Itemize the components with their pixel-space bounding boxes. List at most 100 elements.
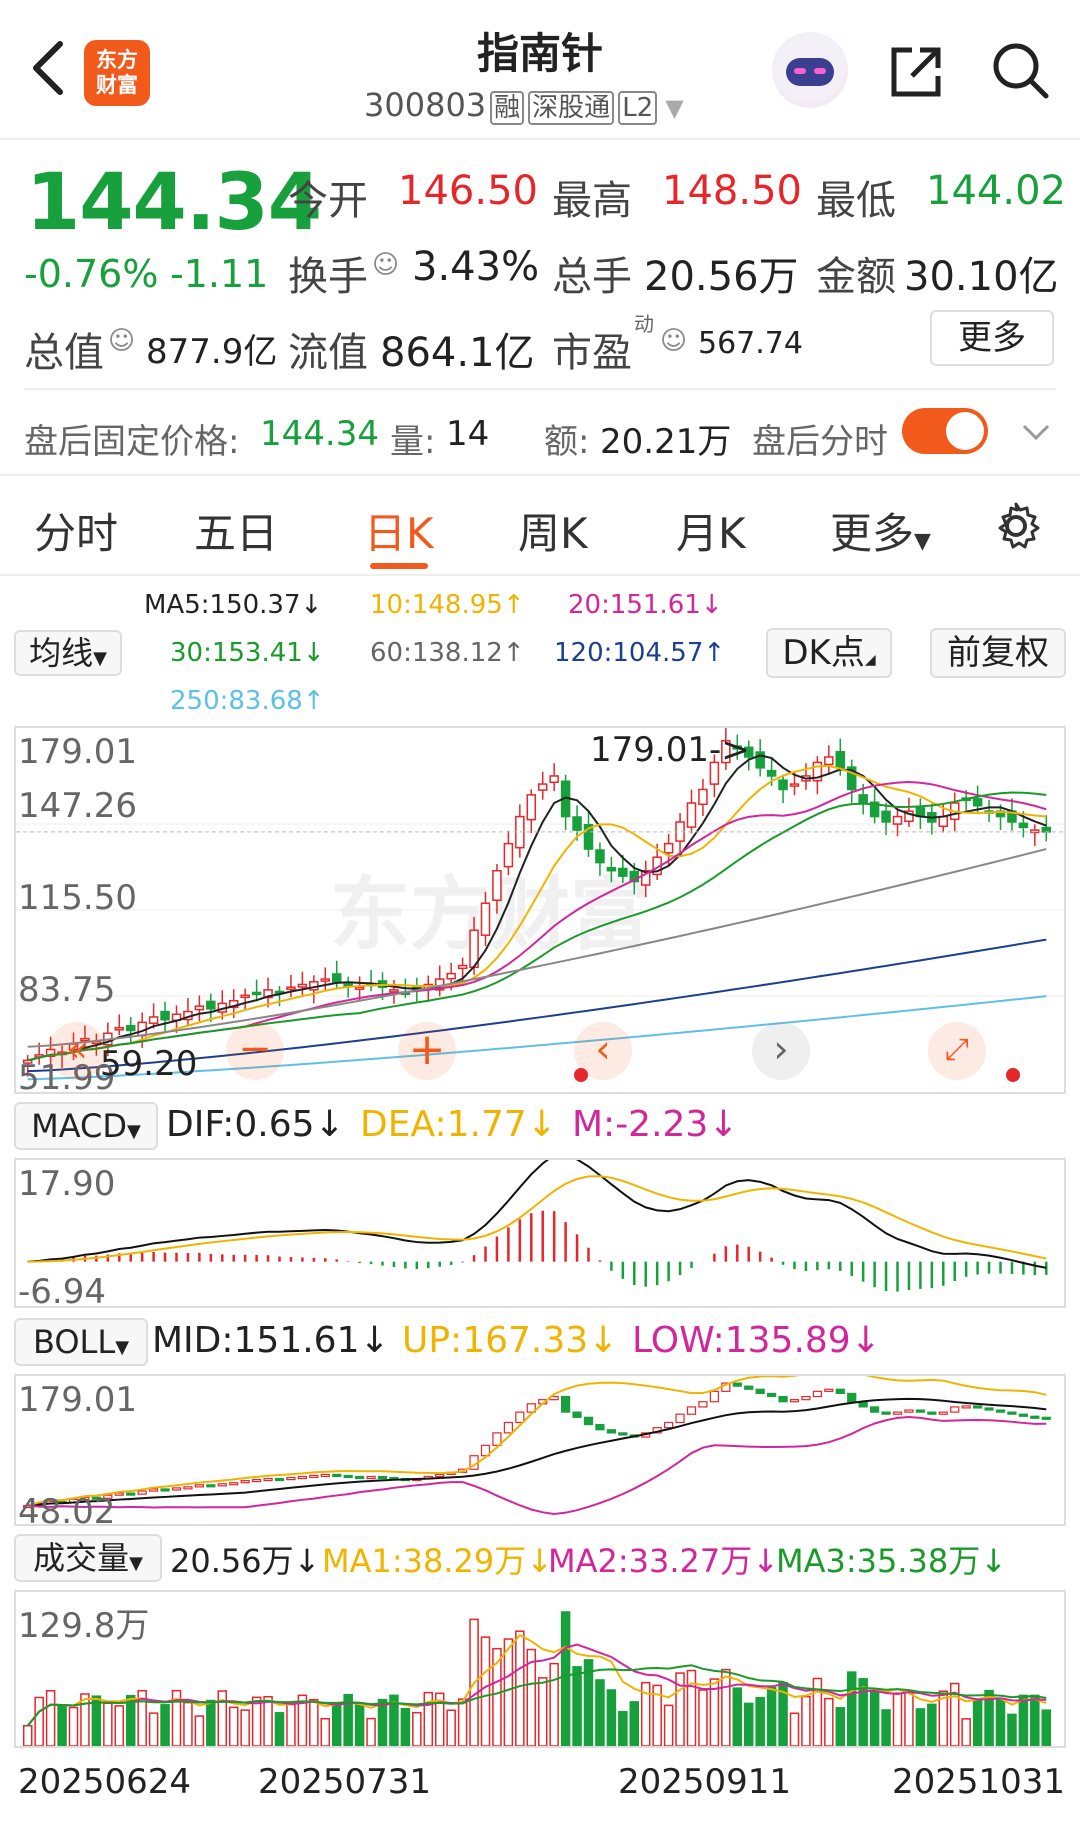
- search-icon[interactable]: [990, 40, 1052, 102]
- volume-bar: [869, 1690, 880, 1746]
- tab-daily-k[interactable]: 日K: [364, 500, 434, 561]
- volume-bar: [148, 1712, 159, 1746]
- boll-candle: [355, 1475, 365, 1480]
- rewind-icon[interactable]: «: [48, 1022, 106, 1080]
- x-axis-date: 20250624: [18, 1762, 192, 1802]
- candle-body: [686, 802, 697, 828]
- kline-y-label: 83.75: [18, 970, 116, 1010]
- stock-code-line[interactable]: 300803 融深股通 L2 ▼: [364, 86, 684, 125]
- volume-bar: [721, 1668, 731, 1746]
- candle-body: [503, 842, 514, 868]
- boll-candle: [904, 1409, 914, 1413]
- boll-candle: [789, 1399, 800, 1403]
- stock-code: 300803: [364, 86, 487, 124]
- fullscreen-icon[interactable]: ⤢: [928, 1022, 986, 1080]
- turnover-label: 换手: [288, 254, 368, 300]
- macd-dea: DEA:1.77↓: [360, 1104, 557, 1145]
- candle-body: [297, 983, 308, 988]
- change-amount: -1.11: [170, 252, 269, 296]
- volume-indicator-dropdown[interactable]: 成交量▼: [14, 1534, 162, 1582]
- boll-candle: [240, 1480, 250, 1484]
- tab-weekly-k[interactable]: 周K: [518, 500, 588, 561]
- candle-body: [572, 816, 582, 831]
- info-icon[interactable]: ☺: [108, 326, 135, 356]
- volume-bar: [1007, 1713, 1017, 1746]
- ma120-value: 120:104.57↑: [554, 638, 726, 668]
- candle-body: [606, 867, 617, 872]
- volume-bar: [801, 1695, 811, 1746]
- low-label: 最低: [816, 178, 896, 224]
- chevron-down-icon[interactable]: [1020, 420, 1052, 444]
- max-price-annotation: 179.01->: [590, 730, 750, 770]
- ma-type-dropdown[interactable]: 均线▼: [14, 630, 122, 676]
- volume-bar: [320, 1717, 331, 1746]
- macd-indicator-dropdown[interactable]: MACD▼: [14, 1102, 158, 1150]
- boll-candle: [252, 1479, 262, 1483]
- candle-body: [618, 867, 628, 877]
- volume-bar: [251, 1696, 262, 1746]
- boll-candle: [915, 1409, 925, 1413]
- candle-body: [663, 842, 674, 854]
- info-icon[interactable]: ☺: [660, 326, 687, 356]
- tab-more[interactable]: 更多▼: [830, 500, 931, 561]
- boll-candle: [927, 1411, 937, 1415]
- tab-monthly-k[interactable]: 月K: [676, 500, 746, 561]
- settings-gear-icon[interactable]: [990, 500, 1042, 552]
- pe-value: 567.74: [698, 326, 803, 361]
- boll-candle: [675, 1413, 685, 1424]
- macd-chart[interactable]: [16, 1160, 1064, 1306]
- volume-bar: [892, 1692, 903, 1746]
- volume-bar: [972, 1698, 983, 1746]
- boll-candle: [664, 1421, 674, 1429]
- dk-point-button[interactable]: DK点◢: [766, 628, 892, 678]
- boll-candle: [206, 1484, 216, 1488]
- volume-bar: [160, 1704, 170, 1746]
- zoom-in-icon[interactable]: +: [398, 1022, 456, 1080]
- tab-five-day[interactable]: 五日: [194, 500, 278, 561]
- open-value: 146.50: [398, 168, 538, 214]
- info-icon[interactable]: ☺: [372, 250, 399, 280]
- assistant-robot-icon[interactable]: [772, 32, 848, 108]
- boll-candle: [961, 1405, 971, 1409]
- volume-bar: [904, 1691, 914, 1746]
- kline-chart[interactable]: [16, 728, 1064, 1092]
- volume-bar: [1041, 1709, 1052, 1746]
- zoom-out-icon[interactable]: −: [226, 1022, 284, 1080]
- boll-candle: [183, 1486, 193, 1490]
- volume-bar: [286, 1703, 296, 1746]
- volume-ma2: MA2:33.27万↓: [548, 1542, 780, 1580]
- more-quote-button[interactable]: 更多: [930, 310, 1054, 366]
- volume-bar: [194, 1715, 205, 1746]
- amount-value: 30.10亿: [904, 254, 1059, 300]
- volume-bar: [515, 1630, 525, 1746]
- boll-candle: [435, 1473, 445, 1478]
- ma10-value: 10:148.95↑: [370, 590, 525, 620]
- share-icon[interactable]: [886, 42, 946, 102]
- low-value: 144.02: [926, 168, 1066, 214]
- volume-bar: [846, 1671, 857, 1746]
- boll-indicator-dropdown[interactable]: BOLL▼: [14, 1318, 148, 1366]
- kline-y-label: 115.50: [18, 878, 137, 918]
- volume-bar: [457, 1698, 468, 1746]
- after-hours-toggle[interactable]: [902, 408, 988, 454]
- volume-bar: [114, 1705, 125, 1746]
- macd-y-bottom: -6.94: [18, 1272, 106, 1312]
- candle-body: [698, 788, 708, 806]
- boll-candle: [973, 1405, 983, 1409]
- boll-candle: [572, 1411, 582, 1418]
- volume-bar: [274, 1712, 285, 1746]
- scroll-right-icon[interactable]: ›: [752, 1022, 810, 1080]
- tab-intraday[interactable]: 分时: [34, 500, 118, 561]
- candle-body: [457, 964, 468, 970]
- turnover-value: 3.43%: [412, 244, 540, 290]
- amount-label: 金额: [816, 254, 896, 300]
- forward-adjust-button[interactable]: 前复权: [930, 628, 1066, 678]
- boll-candle: [950, 1406, 960, 1413]
- volume-bar: [743, 1702, 754, 1746]
- candle-body: [320, 978, 331, 982]
- boll-chart[interactable]: [16, 1376, 1064, 1524]
- boll-candle: [309, 1474, 319, 1479]
- volume-bar: [927, 1703, 937, 1746]
- macd-dif: DIF:0.65↓: [166, 1104, 345, 1145]
- volume-chart[interactable]: [16, 1592, 1064, 1746]
